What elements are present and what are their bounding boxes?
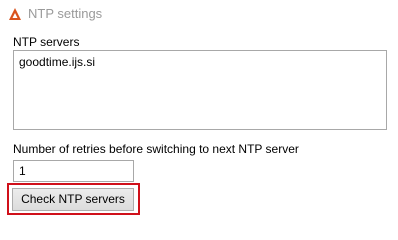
- title-bar: NTP settings: [0, 0, 398, 28]
- retries-label: Number of retries before switching to ne…: [13, 142, 299, 156]
- warning-triangle-icon: [8, 7, 22, 21]
- retries-value: 1: [19, 164, 26, 178]
- check-ntp-servers-button[interactable]: Check NTP servers: [12, 188, 134, 211]
- window-title: NTP settings: [28, 6, 103, 21]
- ntp-servers-textarea[interactable]: goodtime.ijs.si: [13, 50, 387, 130]
- retries-input[interactable]: 1: [13, 160, 134, 182]
- ntp-servers-value: goodtime.ijs.si: [19, 55, 96, 69]
- ntp-servers-label: NTP servers: [13, 35, 80, 49]
